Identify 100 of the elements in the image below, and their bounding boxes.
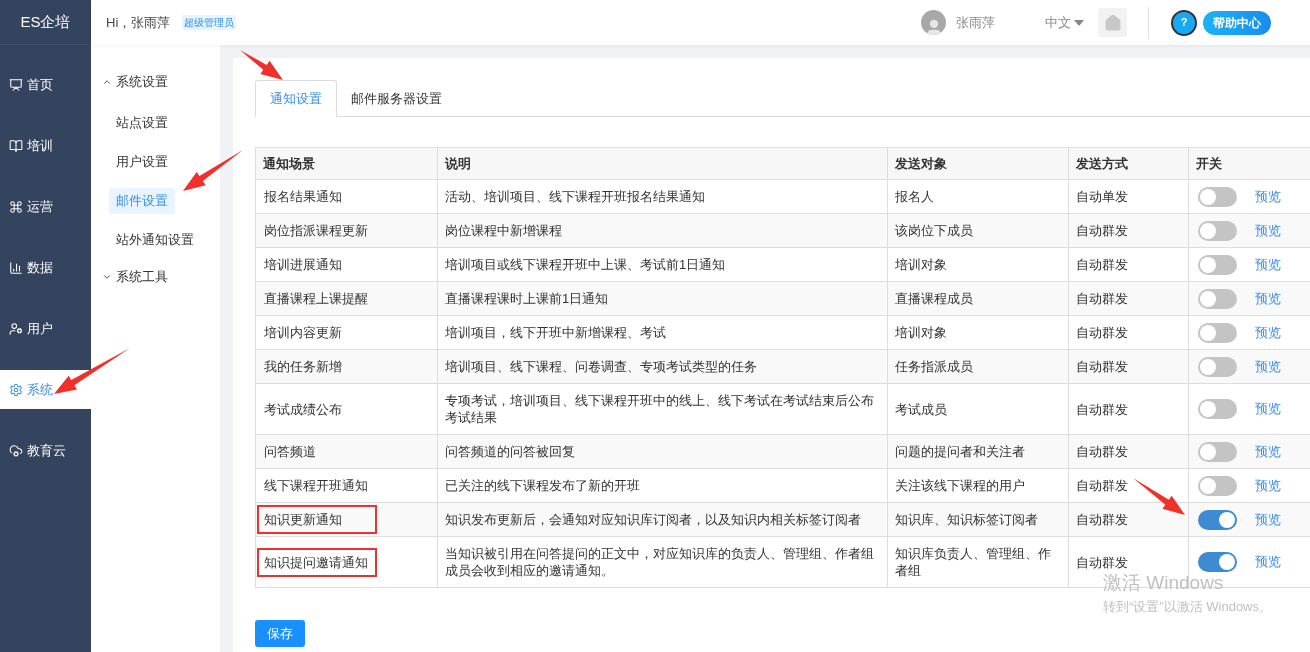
- preview-link[interactable]: 预览: [1255, 288, 1281, 309]
- toggle-switch[interactable]: [1198, 288, 1237, 309]
- activation-watermark-text: 转到“设置”以激活 Windows。: [1103, 598, 1272, 616]
- preview-link[interactable]: 预览: [1255, 186, 1281, 207]
- nav-item[interactable]: 首页: [0, 65, 91, 104]
- chevron-up-icon: [102, 77, 112, 87]
- settings-icon: [9, 382, 23, 397]
- table-cell-text: 直播课程上课提醒: [263, 290, 369, 308]
- toggle-switch[interactable]: [1198, 356, 1237, 377]
- table-cell: 培训对象: [887, 247, 1069, 282]
- annotation-arrow: [1133, 478, 1185, 515]
- annotation-arrow: [183, 150, 243, 191]
- menu-item[interactable]: 站外通知设置: [109, 227, 201, 253]
- table-cell: 当知识被引用在问答提问的正文中，对应知识库的负责人、管理组、作者组成员会收到相应的邀请通知。: [437, 536, 888, 588]
- activation-watermark-title: 激活 Windows: [1103, 572, 1225, 594]
- table-cell-text: 问答频道: [263, 443, 317, 461]
- table-cell-text: 报名结果通知: [263, 188, 343, 206]
- table-cell: 已关注的线下课程发布了新的开班: [437, 468, 888, 503]
- home-icon: [1103, 13, 1122, 32]
- table-cell: 任务指派成员: [887, 349, 1069, 384]
- table-cell: 自动群发: [1068, 383, 1189, 435]
- table-cell: 岗位课程中新增课程: [437, 213, 888, 248]
- nav-item[interactable]: 运营: [0, 187, 91, 226]
- preview-link[interactable]: 预览: [1255, 441, 1281, 462]
- table-cell: 自动群发: [1068, 281, 1189, 316]
- table-cell: 关注该线下课程的用户: [887, 468, 1069, 503]
- table-cell: 知识更新通知: [257, 505, 377, 534]
- nav-item[interactable]: 系统: [0, 370, 91, 409]
- table-cell: 考试成员: [887, 383, 1069, 435]
- table-cell-text: 我的任务新增: [263, 358, 343, 376]
- preview-link[interactable]: 预览: [1255, 552, 1281, 572]
- preview-link[interactable]: 预览: [1255, 254, 1281, 275]
- table-cell: 问题的提问者和关注者: [887, 434, 1069, 469]
- command-key-icon: [9, 199, 23, 214]
- table-cell: 自动群发: [1068, 315, 1189, 350]
- nav-item[interactable]: 教育云: [0, 431, 91, 470]
- nav-item[interactable]: 培训: [0, 126, 91, 165]
- table-cell: 问答频道的问答被回复: [437, 434, 888, 469]
- menu-group[interactable]: 系统工具: [91, 266, 220, 288]
- toggle-switch[interactable]: [1198, 509, 1237, 530]
- save-button[interactable]: 保存: [255, 620, 305, 647]
- toggle-switch[interactable]: [1198, 441, 1237, 462]
- menu-item[interactable]: 用户设置: [109, 149, 175, 175]
- table-cell: 培训项目，线下开班中新增课程、考试: [437, 315, 888, 350]
- table-cell: 直播课程成员: [887, 281, 1069, 316]
- language-dropdown[interactable]: 中文: [1045, 12, 1084, 33]
- book-icon: [9, 138, 23, 153]
- help-center-button[interactable]: 帮助中心: [1203, 10, 1271, 35]
- table-cell: 培训项目、线下课程、问卷调查、专项考试类型的任务: [437, 349, 888, 384]
- preview-link[interactable]: 预览: [1255, 322, 1281, 343]
- toggle-switch[interactable]: [1198, 254, 1237, 275]
- table-cell: 自动群发: [1068, 247, 1189, 282]
- table-cell: 自动群发: [1068, 213, 1189, 248]
- table-cell: 知识发布更新后，会通知对应知识库订阅者，以及知识内相关标签订阅者: [437, 502, 888, 537]
- tab[interactable]: 邮件服务器设置: [337, 80, 456, 117]
- annotation-arrow: [240, 50, 283, 80]
- toggle-switch[interactable]: [1198, 475, 1237, 496]
- column-header: 通知场景: [255, 147, 438, 180]
- preview-link[interactable]: 预览: [1255, 356, 1281, 377]
- chevron-down-icon: [102, 272, 112, 282]
- bar-chart-icon: [9, 260, 23, 275]
- nav-item[interactable]: 数据: [0, 248, 91, 287]
- table-cell-text: 培训内容更新: [263, 324, 343, 342]
- preview-link[interactable]: 预览: [1255, 475, 1281, 496]
- preview-link[interactable]: 预览: [1255, 509, 1281, 530]
- toggle-switch[interactable]: [1198, 552, 1237, 572]
- monitor-chart-icon: [9, 77, 23, 92]
- tab[interactable]: 通知设置: [255, 80, 337, 117]
- table-cell: 知识提问邀请通知: [257, 547, 377, 577]
- menu-item[interactable]: 站点设置: [109, 110, 175, 136]
- table-cell: 自动群发: [1068, 434, 1189, 469]
- table-cell: 该岗位下成员: [887, 213, 1069, 248]
- menu-group[interactable]: 系统设置: [91, 71, 220, 93]
- table-cell: 自动群发: [1068, 349, 1189, 384]
- menu-item[interactable]: 邮件设置: [109, 188, 175, 214]
- nav-item[interactable]: 用户: [0, 309, 91, 348]
- home-button[interactable]: [1098, 8, 1127, 37]
- table-cell: 知识库、知识标签订阅者: [887, 502, 1069, 537]
- toggle-switch[interactable]: [1198, 220, 1237, 241]
- toggle-switch[interactable]: [1198, 322, 1237, 343]
- user-name: 张雨萍: [956, 13, 995, 32]
- table-cell-text: 考试成绩公布: [263, 400, 343, 419]
- cloud-icon: [9, 443, 23, 458]
- help-question-icon: ?: [1171, 9, 1197, 36]
- column-header: 说明: [437, 147, 888, 180]
- caret-icon: [1074, 19, 1084, 26]
- column-header: 发送对象: [887, 147, 1069, 180]
- toggle-switch[interactable]: [1198, 186, 1237, 207]
- column-header: 开关: [1188, 147, 1310, 180]
- table-cell-text: 线下课程开班通知: [263, 477, 369, 495]
- greeting-text: Hi，张雨萍: [106, 13, 171, 32]
- column-header: 发送方式: [1068, 147, 1189, 180]
- toggle-switch[interactable]: [1198, 399, 1237, 419]
- preview-link[interactable]: 预览: [1255, 220, 1281, 241]
- app-logo: ES企培: [20, 11, 71, 32]
- table-cell: 专项考试，培训项目、线下课程开班中的线上、线下考试在考试结束后公布考试结果: [437, 383, 888, 435]
- table-cell: 自动单发: [1068, 179, 1189, 214]
- table-cell: 报名人: [887, 179, 1069, 214]
- preview-link[interactable]: 预览: [1255, 399, 1281, 419]
- user-gear-icon: [9, 321, 23, 336]
